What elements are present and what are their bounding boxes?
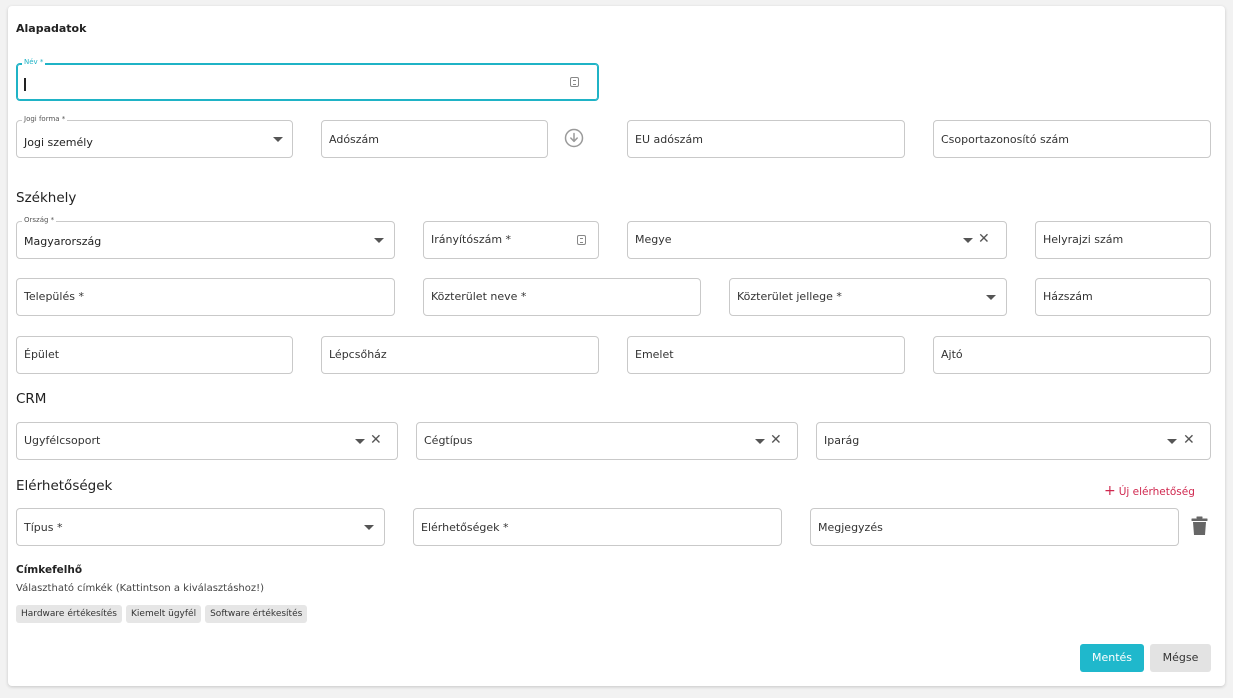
chevron-down-icon xyxy=(374,238,384,243)
form-card: Alapadatok Név * Jogi forma * Jogi szemé… xyxy=(8,6,1225,686)
trash-icon[interactable] xyxy=(1191,516,1208,536)
group-id-placeholder: Csoportazonosító szám xyxy=(941,133,1069,146)
tag-chip[interactable]: Kiemelt ügyfél xyxy=(126,605,202,623)
tag-chip[interactable]: Software értékesítés xyxy=(205,605,308,623)
chevron-down-icon xyxy=(355,439,365,444)
legal-form-value: Jogi személy xyxy=(24,136,93,149)
street-type-select[interactable]: Közterület jellege * xyxy=(729,278,1007,316)
lot-number-input[interactable]: Helyrajzi szám xyxy=(1035,221,1211,259)
lot-number-placeholder: Helyrajzi szám xyxy=(1043,233,1124,246)
client-group-placeholder: Ugyfélcsoport xyxy=(24,434,101,447)
contact-type-select[interactable]: Típus * xyxy=(16,508,385,546)
chevron-down-icon xyxy=(963,238,973,243)
text-cursor xyxy=(24,78,26,91)
country-label: Ország * xyxy=(22,216,57,224)
add-contact-label: Új elérhetőség xyxy=(1118,486,1195,498)
autofill-icon[interactable] xyxy=(577,235,586,245)
tax-number-placeholder: Adószám xyxy=(329,133,380,146)
city-placeholder: Település * xyxy=(24,290,84,303)
door-placeholder: Ajtó xyxy=(941,348,963,361)
country-value: Magyarország xyxy=(24,235,102,248)
plus-icon: + xyxy=(1104,483,1116,499)
tax-number-input[interactable]: Adószám xyxy=(321,120,548,158)
cancel-button[interactable]: Mégse xyxy=(1150,644,1211,672)
save-button[interactable]: Mentés xyxy=(1080,644,1144,672)
industry-select[interactable]: Iparág ✕ xyxy=(816,422,1211,460)
contact-value-input[interactable]: Elérhetőségek * xyxy=(413,508,782,546)
house-number-placeholder: Házszám xyxy=(1043,290,1093,303)
chevron-down-icon xyxy=(755,439,765,444)
house-number-input[interactable]: Házszám xyxy=(1035,278,1211,316)
county-placeholder: Megye xyxy=(635,233,672,246)
eu-tax-number-placeholder: EU adószám xyxy=(635,133,703,146)
building-input[interactable]: Épület xyxy=(16,336,293,374)
tag-list: Hardware értékesítés Kiemelt ügyfél Softwa… xyxy=(16,601,311,623)
contact-note-placeholder: Megjegyzés xyxy=(818,521,883,534)
name-field[interactable]: Név * xyxy=(16,58,599,101)
tag-chip[interactable]: Hardware értékesítés xyxy=(16,605,122,623)
page-title: Alapadatok xyxy=(16,22,87,35)
legal-form-select[interactable]: Jogi forma * Jogi személy xyxy=(16,115,293,158)
tags-hint: Választható címkék (Kattintson a kiválas… xyxy=(16,583,265,594)
clear-icon[interactable]: ✕ xyxy=(978,232,990,246)
clear-icon[interactable]: ✕ xyxy=(770,433,782,447)
building-placeholder: Épület xyxy=(24,348,60,361)
add-contact-link[interactable]: + Új elérhetőség xyxy=(1104,483,1195,499)
crm-heading: CRM xyxy=(16,391,47,407)
contacts-heading: Elérhetőségek xyxy=(16,478,113,494)
floor-placeholder: Emelet xyxy=(635,348,674,361)
company-type-placeholder: Cégtípus xyxy=(424,434,473,447)
street-name-input[interactable]: Közterület neve * xyxy=(423,278,701,316)
staircase-placeholder: Lépcsőház xyxy=(329,348,387,361)
group-id-input[interactable]: Csoportazonosító szám xyxy=(933,120,1211,158)
floor-input[interactable]: Emelet xyxy=(627,336,905,374)
contact-note-input[interactable]: Megjegyzés xyxy=(810,508,1179,546)
chevron-down-icon xyxy=(1167,439,1177,444)
seat-heading: Székhely xyxy=(16,190,77,206)
chevron-down-icon xyxy=(364,525,374,530)
client-group-select[interactable]: Ugyfélcsoport ✕ xyxy=(16,422,398,460)
clear-icon[interactable]: ✕ xyxy=(1183,433,1195,447)
street-type-placeholder: Közterület jellege * xyxy=(737,290,842,303)
zip-input[interactable]: Irányítószám * xyxy=(423,221,599,259)
legal-form-label: Jogi forma * xyxy=(22,115,68,123)
download-circle-icon[interactable] xyxy=(564,128,584,148)
chevron-down-icon xyxy=(986,295,996,300)
eu-tax-number-input[interactable]: EU adószám xyxy=(627,120,905,158)
company-type-select[interactable]: Cégtípus ✕ xyxy=(416,422,798,460)
autofill-icon[interactable] xyxy=(570,77,579,87)
chevron-down-icon xyxy=(273,137,283,142)
country-select[interactable]: Ország * Magyarország xyxy=(16,216,395,259)
staircase-input[interactable]: Lépcsőház xyxy=(321,336,599,374)
street-name-placeholder: Közterület neve * xyxy=(431,290,527,303)
contact-value-placeholder: Elérhetőségek * xyxy=(421,521,509,534)
zip-placeholder: Irányítószám * xyxy=(431,233,512,246)
county-select[interactable]: Megye ✕ xyxy=(627,221,1007,259)
name-field-label: Név * xyxy=(22,58,46,66)
industry-placeholder: Iparág xyxy=(824,434,860,447)
contact-type-placeholder: Típus * xyxy=(24,521,63,534)
door-input[interactable]: Ajtó xyxy=(933,336,1211,374)
clear-icon[interactable]: ✕ xyxy=(370,433,382,447)
city-input[interactable]: Település * xyxy=(16,278,395,316)
tags-heading: Címkefelhő xyxy=(16,564,83,576)
